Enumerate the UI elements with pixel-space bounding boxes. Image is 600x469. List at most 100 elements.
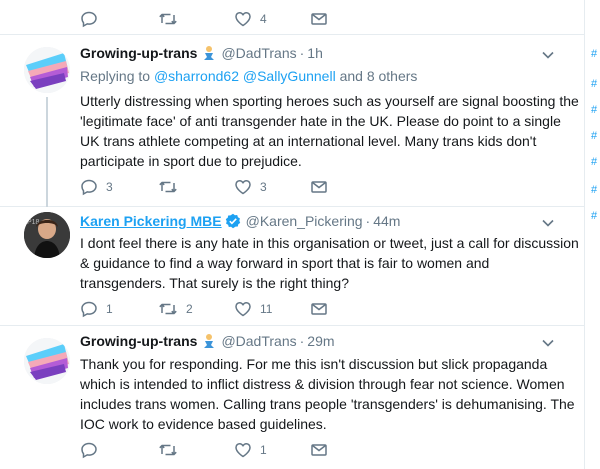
heart-icon — [235, 302, 251, 317]
envelope-icon — [311, 444, 327, 456]
reply-button[interactable]: 3 — [80, 177, 113, 197]
tweet[interactable]: P18 Karen Pickering MBE @Karen_Pickering ·… — [0, 207, 584, 326]
separator-dot: · — [299, 45, 305, 61]
hashtag-fragment: # — [591, 210, 598, 222]
thread-connector — [46, 97, 48, 207]
reply-context: Replying to @sharrond62 @SallyGunnell an… — [80, 68, 417, 84]
retweet-button[interactable]: 2 — [158, 299, 193, 319]
display-name[interactable]: Karen Pickering MBE — [80, 213, 222, 229]
retweet-icon — [159, 181, 177, 193]
hashtag-fragment: # — [591, 130, 598, 142]
hashtag-fragment: # — [591, 156, 598, 168]
verified-badge-icon — [225, 213, 240, 229]
hashtag-fragment: # — [591, 104, 598, 116]
tweet-text-line: Utterly distressing when sporting heroes… — [80, 93, 579, 109]
tweet-text-line: 'legitimate face' of anti transgender ha… — [80, 113, 561, 129]
timestamp[interactable]: 44m — [373, 213, 400, 229]
tweet-text-line: transgenders. That surely is the right t… — [80, 275, 350, 291]
tweet-actions: 3 3 — [80, 177, 380, 197]
tweet-text-line: & guidance to find a way forward in spor… — [80, 255, 490, 271]
display-name[interactable]: Growing-up-trans — [80, 333, 197, 349]
envelope-icon — [311, 181, 327, 193]
tweet-actions: 4 — [80, 9, 380, 29]
tweet-text-line: I dont feel there is any hate in this or… — [80, 235, 579, 251]
like-button[interactable]: 4 — [234, 9, 267, 29]
tweet[interactable]: Growing-up-trans @DadTrans · 29m Thank you … — [0, 326, 584, 469]
hashtag-fragment: # — [591, 48, 598, 60]
hashtag-fragment: # — [591, 78, 598, 90]
direct-message-button[interactable] — [310, 9, 328, 29]
direct-message-button[interactable] — [310, 440, 328, 460]
tweet-actions: 1 — [80, 440, 380, 460]
chevron-down-icon[interactable] — [542, 47, 554, 62]
reply-icon — [81, 179, 97, 196]
user-handle[interactable]: @DadTrans — [221, 45, 296, 61]
retweet-count: 2 — [186, 302, 193, 316]
timestamp[interactable]: 1h — [307, 45, 323, 61]
chevron-down-icon[interactable] — [542, 215, 554, 230]
retweet-icon — [159, 303, 177, 315]
tweet-header: Karen Pickering MBE @Karen_Pickering · 44m — [80, 213, 400, 229]
envelope-icon — [311, 13, 327, 25]
tweet[interactable]: Growing-up-trans @DadTrans · 1h Replying to… — [0, 35, 584, 207]
display-name[interactable]: Growing-up-trans — [80, 45, 197, 61]
retweet-button[interactable] — [158, 177, 186, 197]
tweet-text-line: participate in sport due to prejudice. — [80, 153, 302, 169]
reply-prefix: Replying to — [80, 68, 151, 84]
user-handle[interactable]: @Karen_Pickering — [246, 213, 363, 229]
hashtag-fragment: # — [591, 184, 598, 196]
envelope-icon — [311, 303, 327, 315]
tweet-text-line: which is intended to inflict distress & … — [80, 376, 565, 392]
timestamp[interactable]: 29m — [307, 333, 334, 349]
reply-count: 3 — [106, 180, 113, 194]
reply-button[interactable]: 1 — [80, 299, 113, 319]
like-button[interactable]: 1 — [234, 440, 267, 460]
retweet-button[interactable] — [158, 440, 186, 460]
tweet-text-line: includes trans women. Calling trans peop… — [80, 396, 575, 412]
heart-icon — [235, 12, 251, 27]
like-count: 3 — [260, 180, 267, 194]
tweet-header: Growing-up-trans @DadTrans · 1h — [80, 45, 323, 61]
avatar[interactable] — [24, 338, 70, 384]
tweet-text: Utterly distressing when sporting heroes… — [80, 91, 579, 171]
reply-count: 1 — [106, 302, 113, 316]
like-count: 11 — [260, 302, 273, 316]
reply-icon — [81, 301, 97, 318]
reply-button[interactable] — [80, 440, 106, 460]
tweet-text-line: IOC work to evidence based guidelines. — [80, 416, 327, 432]
merperson-emoji-icon — [204, 46, 215, 60]
tweet-text: Thank you for responding. For me this is… — [80, 354, 575, 434]
like-button[interactable]: 11 — [234, 299, 272, 319]
reply-button[interactable] — [80, 9, 106, 29]
like-count: 4 — [260, 12, 267, 26]
previous-tweet-footer: 4 — [0, 0, 584, 35]
heart-icon — [235, 443, 251, 458]
direct-message-button[interactable] — [310, 177, 328, 197]
reply-icon — [81, 11, 97, 28]
direct-message-button[interactable] — [310, 299, 328, 319]
like-button[interactable]: 3 — [234, 177, 267, 197]
conversation-thread: 4 Growing-up-trans @DadTrans · 1h Replying … — [0, 0, 584, 469]
separator-dot: · — [365, 213, 371, 229]
tweet-text: I dont feel there is any hate in this or… — [80, 233, 579, 293]
heart-icon — [235, 180, 251, 195]
mention-link[interactable]: @SallyGunnell — [243, 68, 336, 84]
chevron-down-icon[interactable] — [542, 335, 554, 350]
avatar[interactable]: P18 — [24, 212, 70, 258]
merperson-emoji-icon — [204, 334, 215, 348]
background-page-edge: # # # # # # # — [584, 0, 600, 469]
reply-suffix[interactable]: and 8 others — [340, 68, 418, 84]
avatar[interactable] — [24, 47, 70, 93]
mention-link[interactable]: @sharrond62 — [154, 68, 239, 84]
retweet-icon — [159, 13, 177, 25]
tweet-text-line: UK trans athlete competing at an interna… — [80, 133, 537, 149]
reply-icon — [81, 442, 97, 459]
retweet-icon — [159, 444, 177, 456]
like-count: 1 — [260, 443, 267, 457]
retweet-button[interactable] — [158, 9, 186, 29]
tweet-actions: 1 2 11 — [80, 299, 380, 319]
tweet-text-line: Thank you for responding. For me this is… — [80, 356, 548, 372]
separator-dot: · — [299, 333, 305, 349]
tweet-header: Growing-up-trans @DadTrans · 29m — [80, 333, 335, 349]
user-handle[interactable]: @DadTrans — [221, 333, 296, 349]
